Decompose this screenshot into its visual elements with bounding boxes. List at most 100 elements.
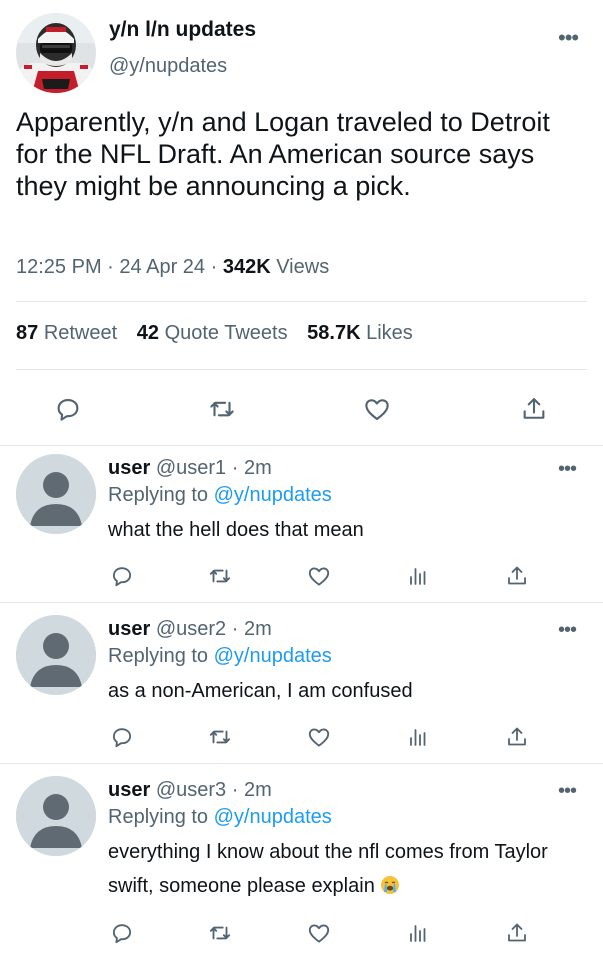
reply-username[interactable]: user (108, 618, 150, 640)
more-options-icon[interactable]: ••• (558, 458, 577, 481)
replying-prefix: Replying to (108, 806, 209, 828)
replying-prefix: Replying to (108, 484, 209, 506)
separator: · (107, 256, 114, 278)
reply-text: everything I know about the nfl comes fr… (108, 841, 548, 897)
mention-link[interactable]: @y/nupdates (214, 484, 332, 506)
quotes-label: Quote Tweets (164, 322, 288, 344)
reply-button[interactable] (106, 723, 138, 751)
retweet-button[interactable] (204, 723, 236, 751)
reply-button[interactable] (106, 919, 138, 947)
mention-link[interactable]: @y/nupdates (214, 806, 332, 828)
retweet-button[interactable] (202, 391, 242, 427)
replying-prefix: Replying to (108, 645, 209, 667)
avatar[interactable] (16, 615, 96, 695)
reply-button[interactable] (106, 562, 138, 590)
reply-handle[interactable]: @user2 (156, 618, 226, 640)
replying-to: Replying to @y/nupdates (108, 484, 332, 507)
share-button[interactable] (501, 723, 533, 751)
quotes-stat[interactable]: 42 Quote Tweets (137, 322, 288, 344)
share-button[interactable] (501, 919, 533, 947)
author-avatar[interactable] (16, 13, 96, 93)
retweet-button[interactable] (204, 919, 236, 947)
separator: · (231, 618, 239, 640)
retweet-icon (209, 730, 231, 744)
default-avatar-icon (16, 776, 96, 856)
like-button[interactable] (303, 723, 335, 751)
driver-photo (16, 13, 96, 93)
avatar[interactable] (16, 454, 96, 534)
reply-time[interactable]: 2m (244, 457, 272, 479)
retweet-icon (209, 569, 231, 583)
default-avatar-icon (16, 454, 96, 534)
author-handle[interactable]: @y/nupdates (109, 55, 227, 78)
heart-icon (365, 399, 389, 421)
quotes-count: 42 (136, 322, 159, 344)
views-label: Views (276, 256, 330, 278)
retweets-label: Retweet (43, 322, 118, 344)
likes-stat[interactable]: 58.7K Likes (307, 322, 413, 344)
share-button[interactable] (514, 391, 554, 427)
reply-time[interactable]: 2m (244, 618, 272, 640)
reply-handle[interactable]: @user3 (156, 779, 226, 801)
mention-link[interactable]: @y/nupdates (214, 645, 332, 667)
tweet-date[interactable]: 24 Apr 24 (119, 256, 205, 278)
views-icon (410, 925, 426, 942)
share-icon (508, 923, 526, 942)
more-options-icon[interactable]: ••• (558, 619, 577, 642)
heart-icon (308, 567, 330, 586)
reply-text: as a non-American, I am confused (108, 680, 413, 702)
heart-icon (308, 728, 330, 747)
reply-username[interactable]: user (108, 779, 150, 801)
retweet-button[interactable] (204, 562, 236, 590)
reply-username[interactable]: user (108, 457, 150, 479)
separator: · (231, 457, 239, 479)
avatar[interactable] (16, 776, 96, 856)
reply-tweet[interactable]: user @user2 · 2m ••• Replying to @y/nupd… (0, 603, 603, 763)
tweet-text: Apparently, y/n and Logan traveled to De… (16, 107, 550, 201)
reply-header: user @user2 · 2m (108, 618, 272, 641)
tweet-meta: 12:25 PM · 24 Apr 24 · 342K Views (16, 256, 329, 279)
reply-tweet[interactable]: user @user3 · 2m ••• Replying to @y/nupd… (0, 764, 603, 960)
engagement-stats: 87 Retweet 42 Quote Tweets 58.7K Likes (16, 322, 427, 345)
reply-icon (112, 567, 132, 587)
more-options-icon[interactable]: ••• (558, 25, 579, 51)
views-icon (410, 568, 426, 585)
retweets-stat[interactable]: 87 Retweet (16, 322, 117, 344)
separator: · (210, 256, 218, 278)
reply-header: user @user3 · 2m (108, 779, 272, 802)
default-avatar-icon (16, 615, 96, 695)
retweet-icon (209, 926, 231, 940)
reply-tweet[interactable]: user @user1 · 2m ••• Replying to @y/nupd… (0, 446, 603, 602)
retweets-count: 87 (16, 322, 39, 344)
likes-label: Likes (366, 322, 413, 344)
likes-count: 58.7K (307, 322, 361, 344)
views-button[interactable] (402, 919, 434, 947)
reply-icon (57, 398, 79, 421)
share-icon (508, 566, 526, 585)
reply-header: user @user1 · 2m (108, 457, 272, 480)
replying-to: Replying to @y/nupdates (108, 645, 332, 668)
views-button[interactable] (402, 723, 434, 751)
views-button[interactable] (402, 562, 434, 590)
reply-icon (112, 924, 132, 944)
author-name[interactable]: y/n l/n updates (109, 18, 256, 42)
more-options-icon[interactable]: ••• (558, 780, 577, 803)
share-icon (523, 398, 545, 419)
tweet-actions (0, 385, 603, 431)
like-button[interactable] (357, 391, 397, 427)
replying-to: Replying to @y/nupdates (108, 806, 332, 829)
heart-icon (308, 924, 330, 943)
like-button[interactable] (303, 919, 335, 947)
reply-text-block: everything I know about the nfl comes fr… (108, 835, 568, 903)
separator: · (231, 779, 239, 801)
reply-button[interactable] (48, 391, 88, 427)
reply-time[interactable]: 2m (244, 779, 272, 801)
main-tweet: y/n l/n updates @y/nupdates ••• Apparent… (0, 0, 603, 445)
like-button[interactable] (303, 562, 335, 590)
retweet-icon (210, 401, 234, 417)
divider (16, 301, 587, 302)
tweet-time[interactable]: 12:25 PM (16, 256, 102, 278)
reply-text: what the hell does that mean (108, 519, 364, 541)
reply-handle[interactable]: @user1 (156, 457, 226, 479)
share-button[interactable] (501, 562, 533, 590)
